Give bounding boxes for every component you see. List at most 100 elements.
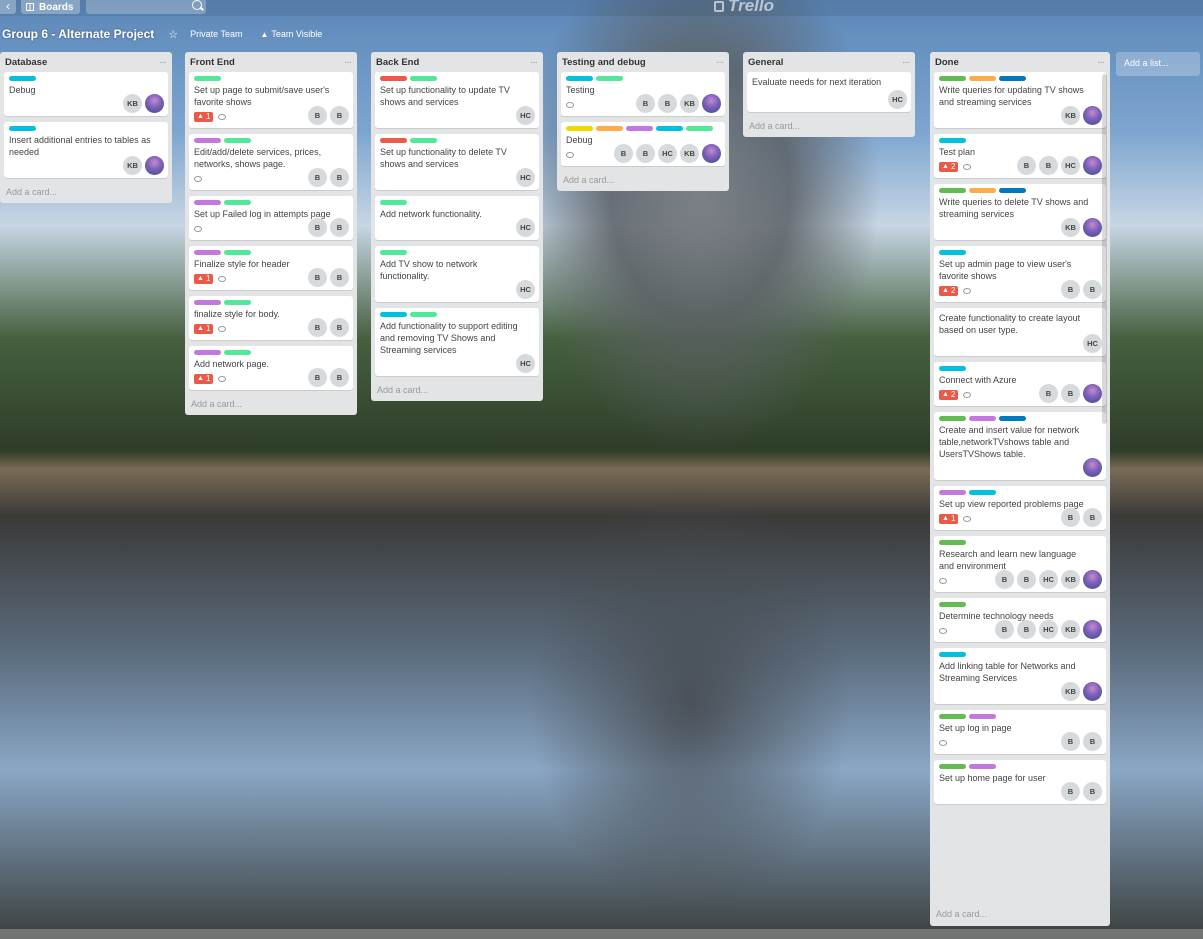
avatar-photo[interactable] — [1083, 384, 1102, 403]
add-card-button[interactable]: Add a card... — [4, 184, 168, 203]
avatar-initials[interactable]: HC — [658, 144, 677, 163]
card-label-sky[interactable] — [939, 366, 966, 371]
avatar-initials[interactable]: KB — [123, 94, 142, 113]
card[interactable]: finalize style for body. ▲ 1 B B — [189, 296, 353, 340]
card-label-lime[interactable] — [224, 350, 251, 355]
add-card-button[interactable]: Add a card... — [561, 172, 725, 191]
star-icon[interactable]: ☆ — [168, 28, 178, 41]
boards-button[interactable]: Boards — [21, 0, 81, 14]
card[interactable]: Finalize style for header ▲ 1 B B — [189, 246, 353, 290]
add-card-button[interactable]: Add a card... — [189, 396, 353, 415]
avatar-initials[interactable]: B — [1017, 570, 1036, 589]
card-label-green[interactable] — [939, 764, 966, 769]
card[interactable]: Add network functionality. HC — [375, 196, 539, 240]
avatar-initials[interactable]: B — [658, 94, 677, 113]
card-label-lime[interactable] — [410, 76, 437, 81]
avatar-initials[interactable]: HC — [1039, 570, 1058, 589]
avatar-initials[interactable]: KB — [1061, 570, 1080, 589]
avatar-photo[interactable] — [1083, 570, 1102, 589]
card-label-lime[interactable] — [410, 138, 437, 143]
card-label-green[interactable] — [939, 76, 966, 81]
card-label-sky[interactable] — [380, 312, 407, 317]
card-label-red[interactable] — [380, 138, 407, 143]
card-label-sky[interactable] — [9, 126, 36, 131]
card-label-orange[interactable] — [969, 188, 996, 193]
card[interactable]: Write queries for updating TV shows and … — [934, 72, 1106, 128]
avatar-initials[interactable]: B — [308, 318, 327, 337]
card[interactable]: Debug KB — [4, 72, 168, 116]
avatar-initials[interactable]: B — [1039, 384, 1058, 403]
card[interactable]: Set up view reported problems page ▲ 1 B B — [934, 486, 1106, 530]
list-menu-icon[interactable]: ··· — [530, 57, 538, 68]
card[interactable]: Test plan ▲ 2 B B HC — [934, 134, 1106, 178]
card[interactable]: Determine technology needs B B HC KB — [934, 598, 1106, 642]
card[interactable]: Set up functionality to update TV shows … — [375, 72, 539, 128]
card-label-lime[interactable] — [380, 250, 407, 255]
card[interactable]: Set up Failed log in attempts page B B — [189, 196, 353, 240]
avatar-initials[interactable]: B — [330, 268, 349, 287]
avatar-initials[interactable]: B — [330, 168, 349, 187]
card-label-purple[interactable] — [194, 200, 221, 205]
card-label-green[interactable] — [939, 416, 966, 421]
card[interactable]: Insert additional entries to tables as n… — [4, 122, 168, 178]
card[interactable]: Set up functionality to delete TV shows … — [375, 134, 539, 190]
avatar-initials[interactable]: B — [1083, 782, 1102, 801]
card[interactable]: Add network page. ▲ 1 B B — [189, 346, 353, 390]
card-label-blue[interactable] — [999, 188, 1026, 193]
card-label-red[interactable] — [380, 76, 407, 81]
avatar-initials[interactable]: B — [330, 106, 349, 125]
back-button[interactable]: ‹ — [0, 0, 16, 14]
visibility-button[interactable]: ▲ Team Visible — [254, 27, 328, 41]
avatar-photo[interactable] — [1083, 218, 1102, 237]
avatar-photo[interactable] — [1083, 156, 1102, 175]
card-label-sky[interactable] — [939, 652, 966, 657]
list-title[interactable]: Testing and debug — [562, 57, 646, 68]
avatar-initials[interactable]: HC — [1039, 620, 1058, 639]
list-menu-icon[interactable]: ··· — [716, 57, 724, 68]
card-label-blue[interactable] — [999, 76, 1026, 81]
avatar-initials[interactable]: HC — [516, 280, 535, 299]
card-label-purple[interactable] — [969, 416, 996, 421]
card[interactable]: Research and learn new language and envi… — [934, 536, 1106, 592]
card-label-green[interactable] — [939, 188, 966, 193]
card-label-green[interactable] — [939, 714, 966, 719]
avatar-initials[interactable]: HC — [888, 90, 907, 109]
card[interactable]: Edit/add/delete services, prices, networ… — [189, 134, 353, 190]
avatar-photo[interactable] — [145, 94, 164, 113]
card-label-sky[interactable] — [969, 490, 996, 495]
avatar-initials[interactable]: HC — [516, 106, 535, 125]
avatar-initials[interactable]: B — [1083, 280, 1102, 299]
card[interactable]: Add linking table for Networks and Strea… — [934, 648, 1106, 704]
list-title[interactable]: Front End — [190, 57, 235, 68]
avatar-initials[interactable]: B — [1017, 620, 1036, 639]
avatar-initials[interactable]: B — [636, 94, 655, 113]
card-label-purple[interactable] — [969, 714, 996, 719]
card[interactable]: Write queries to delete TV shows and str… — [934, 184, 1106, 240]
card[interactable]: Debug B B HC KB — [561, 122, 725, 166]
card-label-purple[interactable] — [626, 126, 653, 131]
card[interactable]: Create functionality to create layout ba… — [934, 308, 1106, 356]
card-label-lime[interactable] — [224, 250, 251, 255]
card[interactable]: Create and insert value for network tabl… — [934, 412, 1106, 480]
avatar-initials[interactable]: B — [1061, 782, 1080, 801]
card-label-purple[interactable] — [194, 300, 221, 305]
card-label-green[interactable] — [939, 540, 966, 545]
card-label-lime[interactable] — [224, 300, 251, 305]
card-label-sky[interactable] — [9, 76, 36, 81]
card-label-sky[interactable] — [939, 250, 966, 255]
card-label-lime[interactable] — [224, 138, 251, 143]
avatar-photo[interactable] — [1083, 458, 1102, 477]
avatar-initials[interactable]: KB — [1061, 106, 1080, 125]
card-label-purple[interactable] — [194, 250, 221, 255]
card-label-green[interactable] — [939, 602, 966, 607]
card-label-purple[interactable] — [194, 138, 221, 143]
card-label-purple[interactable] — [969, 764, 996, 769]
team-button[interactable]: Private Team — [184, 27, 248, 41]
avatar-initials[interactable]: B — [1061, 732, 1080, 751]
avatar-initials[interactable]: B — [995, 620, 1014, 639]
card[interactable]: Add TV show to network functionality. HC — [375, 246, 539, 302]
avatar-initials[interactable]: KB — [680, 94, 699, 113]
list-done[interactable]: Done ··· Write queries for updating TV sho… — [930, 52, 1110, 926]
avatar-initials[interactable]: HC — [1083, 334, 1102, 353]
card-label-purple[interactable] — [939, 490, 966, 495]
